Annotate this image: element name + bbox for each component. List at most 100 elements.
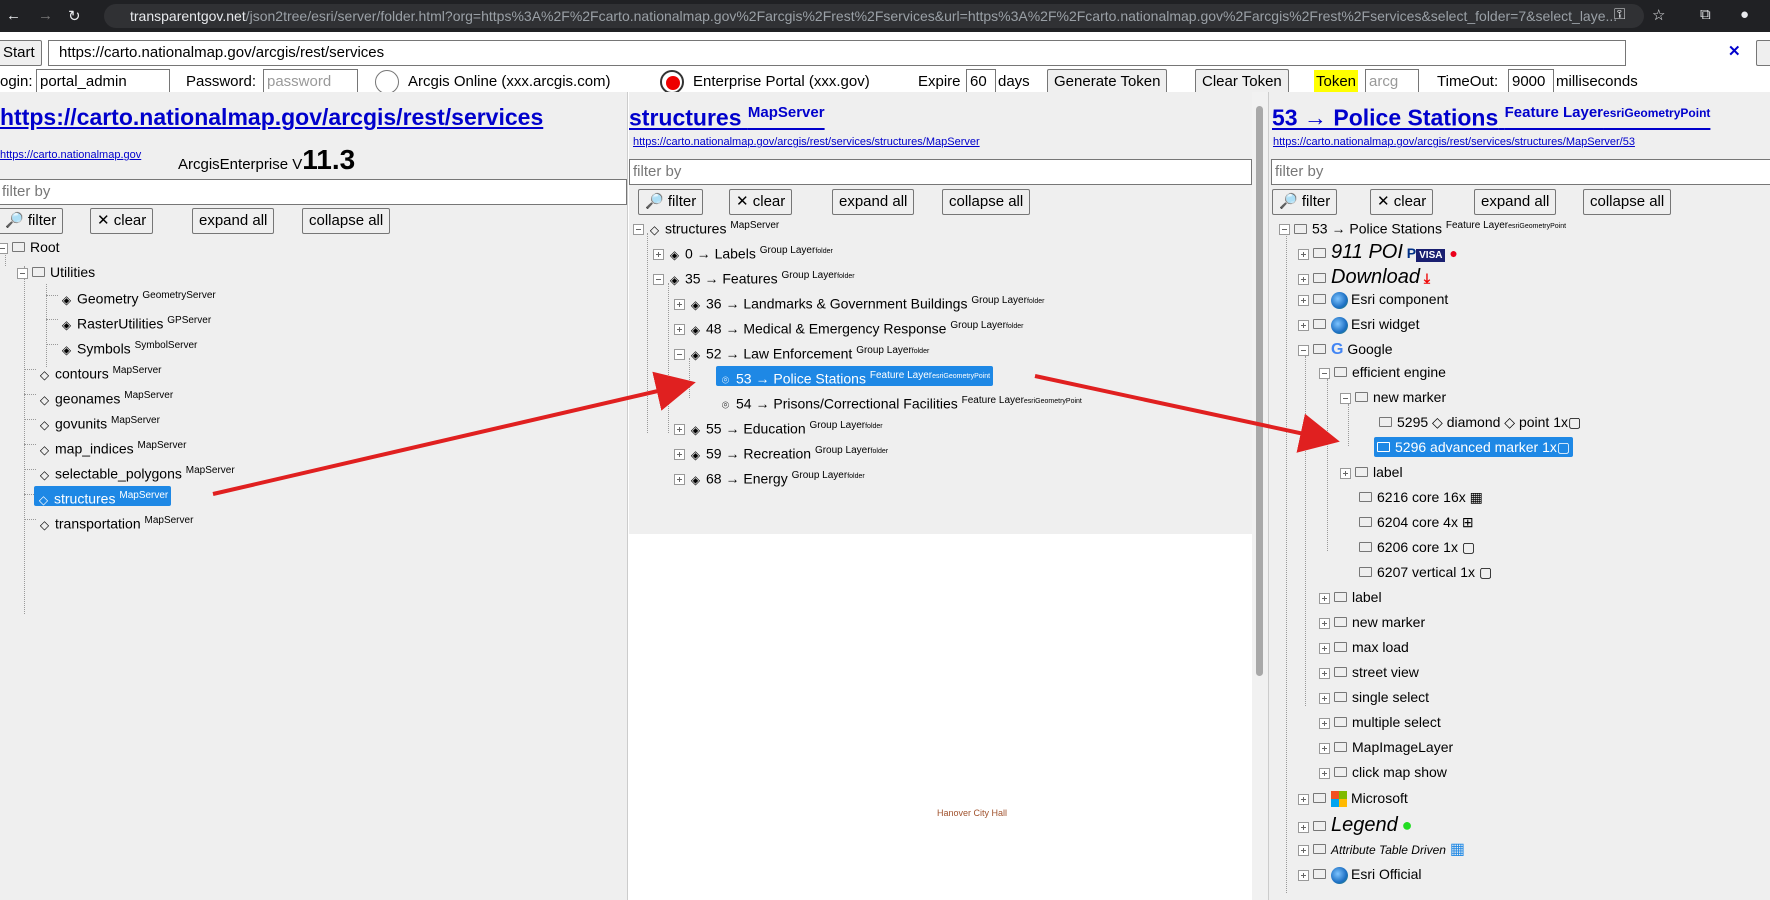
rt-6204-core[interactable]: 6204 core 4x ⊞ — [1359, 512, 1474, 532]
left-expand-all-button[interactable]: expand all — [192, 208, 275, 234]
services-home-link[interactable]: https://carto.nationalmap.gov — [0, 149, 141, 161]
middle-filter-button[interactable]: 🔎 filter — [638, 189, 704, 215]
mid-node-features[interactable]: ◈ 35 → Features Group Layerfolder — [653, 266, 855, 287]
right-expand-all-button[interactable]: expand all — [1474, 189, 1557, 215]
expand-icon[interactable] — [1298, 793, 1309, 805]
collapse-icon[interactable] — [0, 242, 8, 254]
left-filter-button[interactable]: 🔎 filter — [0, 208, 64, 234]
expand-icon[interactable] — [674, 474, 685, 486]
tree-item-contours[interactable]: ◇ contours MapServer — [38, 361, 162, 382]
tree-item-geonames[interactable]: ◇ geonames MapServer — [38, 386, 173, 407]
mid-node-energy[interactable]: ◈ 68 → Energy Group Layerfolder — [674, 466, 865, 487]
left-filter-input[interactable]: filter by — [0, 179, 627, 205]
left-clear-button[interactable]: ✕ clear — [90, 208, 154, 234]
rt-download[interactable]: Download ⤓ — [1298, 265, 1430, 289]
right-root[interactable]: 53 → Police Stations Feature LayeresriGe… — [1279, 216, 1566, 237]
collapse-icon[interactable] — [653, 274, 664, 286]
mid-node-labels[interactable]: ◈ 0 → Labels Group Layerfolder — [653, 241, 833, 262]
expand-icon[interactable] — [1319, 742, 1330, 754]
right-filter-input[interactable]: filter by — [1271, 159, 1770, 185]
expand-icon[interactable] — [653, 249, 664, 261]
tree-item-symbols[interactable]: ◈ Symbols SymbolServer — [60, 336, 198, 357]
expand-icon[interactable] — [1298, 248, 1309, 260]
expand-icon[interactable] — [1340, 467, 1351, 479]
map-feature-label[interactable]: Hanover City Hall — [937, 808, 1007, 818]
mapserver-title-link[interactable]: structures MapServer — [629, 104, 825, 132]
rt-microsoft[interactable]: Microsoft — [1298, 788, 1408, 808]
expand-icon[interactable] — [674, 449, 685, 461]
enterprise-portal-radio[interactable] — [660, 70, 684, 94]
expand-icon[interactable] — [674, 324, 685, 336]
tree-item-map-indices[interactable]: ◇ map_indices MapServer — [38, 436, 187, 457]
expand-icon[interactable] — [1298, 844, 1309, 856]
address-bar[interactable]: transparentgov.net/json2tree/esri/server… — [104, 4, 1644, 28]
mapserver-url-link[interactable]: https://carto.nationalmap.gov/arcgis/res… — [633, 136, 980, 148]
tree-item-selectable-polygons[interactable]: ◇ selectable_polygons MapServer — [38, 461, 235, 482]
mid-node-recreation[interactable]: ◈ 59 → Recreation Group Layerfolder — [674, 441, 888, 462]
star-icon[interactable]: ☆ — [1652, 6, 1665, 24]
middle-expand-all-button[interactable]: expand all — [832, 189, 915, 215]
rt-mapimagelayer[interactable]: MapImageLayer — [1319, 737, 1453, 757]
mid-node-prisons[interactable]: ⌾ 54 → Prisons/Correctional Facilities Fe… — [719, 391, 1082, 412]
rt-google[interactable]: G Google — [1298, 339, 1393, 359]
mid-root[interactable]: ◇ structures MapServer — [633, 216, 779, 237]
rt-5296-advanced-marker[interactable]: 5296 advanced marker 1x▢ — [1374, 437, 1574, 457]
tree-item-structures[interactable]: ◇ structures MapServer — [34, 486, 172, 507]
rt-label-inner[interactable]: label — [1340, 462, 1403, 482]
mid-node-landmarks[interactable]: ◈ 36 → Landmarks & Government Buildings G… — [674, 291, 1044, 312]
key-icon[interactable]: ⚿ — [1614, 6, 1625, 23]
expand-icon[interactable] — [1298, 294, 1309, 306]
back-icon[interactable]: ← — [6, 7, 21, 24]
tree-item-rasterutilities[interactable]: ◈ RasterUtilities GPServer — [60, 311, 211, 332]
expand-icon[interactable] — [1298, 319, 1309, 331]
expand-icon[interactable] — [1319, 667, 1330, 679]
tree-item-transportation[interactable]: ◇ transportation MapServer — [38, 511, 194, 532]
tree-utilities[interactable]: Utilities — [17, 262, 95, 282]
tree-item-govunits[interactable]: ◇ govunits MapServer — [38, 411, 160, 432]
profile-icon[interactable]: ● — [1740, 6, 1749, 23]
expand-icon[interactable] — [674, 299, 685, 311]
left-collapse-all-button[interactable]: collapse all — [302, 208, 391, 234]
mid-node-medical[interactable]: ◈ 48 → Medical & Emergency Response Group… — [674, 316, 1023, 337]
expand-icon[interactable] — [1319, 717, 1330, 729]
mid-node-education[interactable]: ◈ 55 → Education Group Layerfolder — [674, 416, 883, 437]
rt-911-poi[interactable]: 911 POI P VISA ● — [1298, 240, 1458, 264]
expand-icon[interactable] — [1319, 692, 1330, 704]
collapse-icon[interactable] — [1298, 344, 1309, 356]
collapse-icon[interactable] — [1319, 367, 1330, 379]
reload-icon[interactable]: ↻ — [68, 7, 81, 25]
collapse-icon[interactable] — [17, 267, 28, 279]
rt-click-map-show[interactable]: click map show — [1319, 762, 1447, 782]
forward-icon[interactable]: → — [38, 7, 53, 24]
expand-icon[interactable] — [1319, 642, 1330, 654]
service-url-input[interactable]: https://carto.nationalmap.gov/arcgis/res… — [48, 40, 1626, 66]
rt-esri-component[interactable]: Esri component — [1298, 289, 1448, 309]
middle-clear-button[interactable]: ✕ clear — [729, 189, 793, 215]
mid-node-law-enforcement[interactable]: ◈ 52 → Law Enforcement Group Layerfolder — [674, 341, 929, 362]
scrollbar-thumb[interactable] — [1256, 106, 1263, 676]
extra-button[interactable] — [1756, 40, 1770, 66]
feature-title-link[interactable]: 53 → Police Stations Feature LayeresriGe… — [1272, 104, 1710, 132]
rt-street-view[interactable]: street view — [1319, 662, 1419, 682]
rt-5295-diamond[interactable]: 5295 ◇ diamond ◇ point 1x▢ — [1379, 412, 1581, 432]
collapse-icon[interactable] — [1340, 392, 1351, 404]
start-button[interactable]: Start — [0, 40, 42, 66]
collapse-icon[interactable] — [1279, 224, 1290, 236]
middle-collapse-all-button[interactable]: collapse all — [942, 189, 1031, 215]
rt-legend[interactable]: Legend ● — [1298, 813, 1413, 837]
collapse-icon[interactable] — [674, 349, 685, 361]
rt-esri-official[interactable]: Esri Official — [1298, 864, 1422, 884]
map-view[interactable]: Hanover City Hall — [629, 534, 1252, 900]
tree-item-geometry[interactable]: ◈ Geometry GeometryServer — [60, 286, 216, 307]
expand-icon[interactable] — [674, 424, 685, 436]
middle-scrollbar[interactable] — [1252, 92, 1268, 900]
feature-url-link[interactable]: https://carto.nationalmap.gov/arcgis/res… — [1273, 136, 1635, 148]
rt-6207-vertical[interactable]: 6207 vertical 1x ▢ — [1359, 562, 1492, 582]
rt-6216-core[interactable]: 6216 core 16x ▦ — [1359, 487, 1483, 507]
middle-filter-input[interactable]: filter by — [629, 159, 1252, 185]
rt-esri-widget[interactable]: Esri widget — [1298, 314, 1419, 334]
right-clear-button[interactable]: ✕ clear — [1370, 189, 1434, 215]
rt-single-select[interactable]: single select — [1319, 687, 1429, 707]
rt-efficient-engine[interactable]: efficient engine — [1319, 362, 1446, 382]
expand-icon[interactable] — [1298, 869, 1309, 881]
